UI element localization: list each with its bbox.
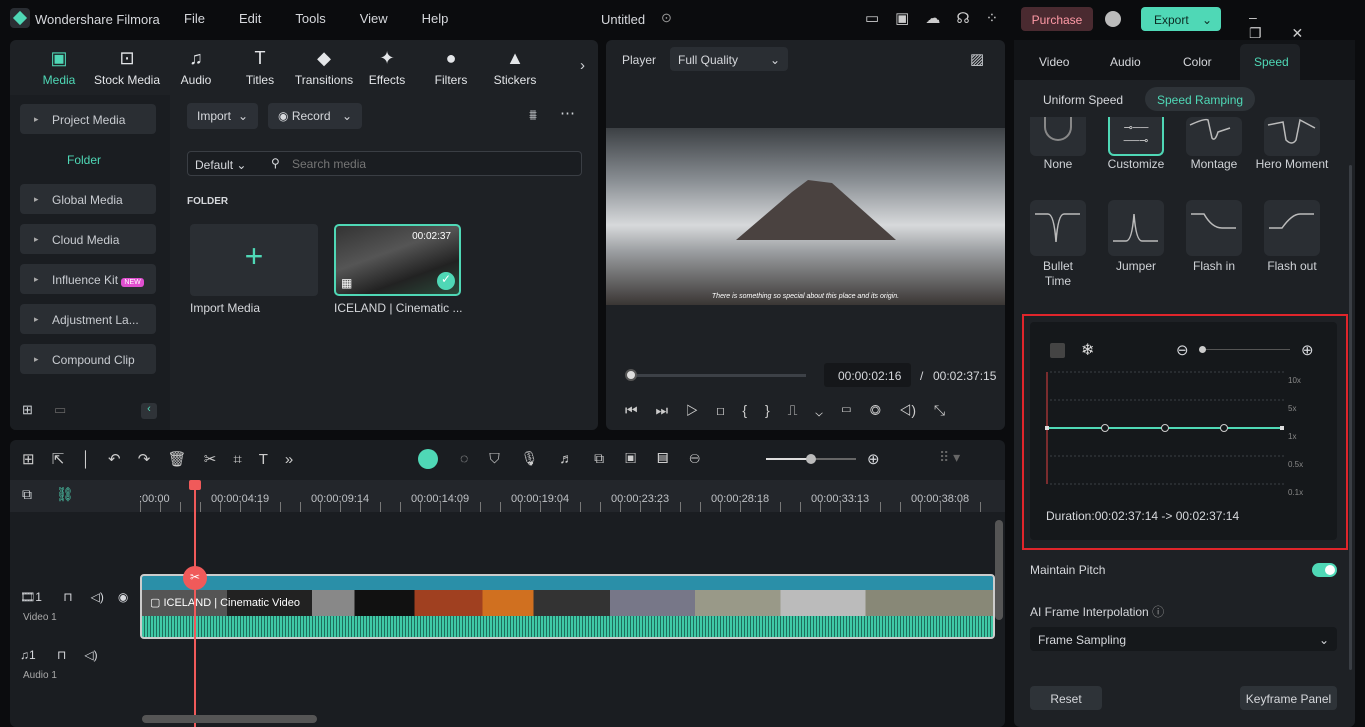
speed-label: 5x — [1288, 404, 1297, 413]
add-track-icon[interactable]: ⧉ — [22, 486, 32, 503]
speed-keyframe — [1161, 424, 1169, 432]
speed-keyframe — [1220, 424, 1228, 432]
video-track-header: 🎞1 ⊓ ◁) ◉ — [20, 590, 128, 604]
timeline-toolbar[interactable]: ⊞ ⇱ │ ↶ ↷ 🗑 ✂ ⌗ T » — [22, 450, 293, 468]
volume-icon[interactable]: ◁) — [84, 648, 97, 662]
frame-mode-dropdown[interactable]: Frame Sampling ⌄ — [1030, 627, 1337, 651]
lock-icon[interactable]: ⊓ — [57, 648, 66, 662]
speed-label: 0.5x — [1288, 460, 1304, 469]
label: Frame Sampling — [1038, 633, 1127, 647]
zoom-out-icon[interactable]: ⊖ — [1176, 341, 1189, 359]
media-clip-name: ICELAND | Cinematic ... — [334, 301, 463, 315]
bullet-time-curve-icon — [1035, 213, 1080, 243]
video-track-label: Video 1 — [23, 612, 57, 623]
link-icon[interactable]: ⛓ — [56, 486, 74, 503]
audio-track-label: Audio 1 — [23, 670, 57, 681]
jumper-curve-icon — [1113, 213, 1158, 242]
player-controls[interactable]: ⏮ ⏭ ▷ ◻ { } ⎍ ⌄ ▭ ◎ ◁) ⤡ — [625, 402, 945, 419]
audio-track-icon: ♫ — [20, 648, 29, 662]
graph-zoom-slider[interactable] — [1200, 349, 1290, 350]
sidebar-compound-clip[interactable]: Compound Clip — [20, 344, 156, 374]
preset-label: Jumper — [1115, 259, 1156, 273]
label: AI Frame Interpolation — [1030, 605, 1149, 619]
freeze-frame-icon[interactable]: ❄ — [1081, 340, 1094, 360]
preset-curves — [1035, 118, 1316, 243]
volume-icon[interactable]: ◁) — [91, 590, 104, 604]
chevron-down-icon: ⌄ — [1318, 633, 1329, 647]
speed-keyframe — [1101, 424, 1109, 432]
preset-label: Flash in — [1192, 259, 1236, 273]
import-media-label: Import Media — [190, 301, 261, 315]
video-track-icon: 🎞 — [20, 590, 36, 604]
collapse-sidebar-button[interactable]: ‹ — [141, 403, 157, 419]
help-icon[interactable]: ⓘ — [1152, 605, 1164, 619]
preset-label: Flash out — [1267, 259, 1317, 273]
label: Adjustment La... — [52, 313, 139, 327]
playback-scrubber[interactable] — [626, 374, 806, 377]
keyframe-panel-button[interactable]: Keyframe Panel — [1240, 686, 1337, 710]
ai-assistant-icon[interactable] — [418, 449, 438, 469]
maintain-pitch-toggle[interactable] — [1312, 563, 1337, 577]
audio-track-header: ♫1 ⊓ ◁) — [20, 648, 98, 662]
layout-grid-icon[interactable]: ⠿ ▾ — [939, 449, 960, 466]
duration-text: Duration:00:02:37:14 -> 00:02:37:14 — [1046, 509, 1240, 523]
properties-scrollbar[interactable] — [1349, 165, 1352, 670]
preset-label: Bullet Time — [1042, 259, 1074, 288]
timeline-tools[interactable]: ◌ ⛉ 🎙 ♬ ⧉ ▣ ▤ ⊖ — [460, 450, 700, 467]
speed-label: 1x — [1288, 432, 1297, 441]
flash-in-curve-icon — [1191, 213, 1236, 229]
playhead[interactable] — [194, 482, 196, 727]
checkbox[interactable] — [1050, 343, 1065, 358]
maintain-pitch-label: Maintain Pitch — [1030, 563, 1106, 577]
split-scissors-icon[interactable]: ✂ — [183, 566, 207, 590]
flash-out-curve-icon — [1269, 213, 1314, 229]
folder-icon[interactable]: ▭ — [54, 402, 66, 418]
time-separator: / — [920, 369, 924, 383]
hero-moment-curve-icon — [1267, 118, 1316, 144]
lock-icon[interactable]: ⊓ — [63, 590, 72, 604]
playhead-handle[interactable] — [189, 480, 201, 490]
zoom-in-icon[interactable]: ⊕ — [1301, 341, 1314, 359]
track-num: 1 — [35, 590, 42, 604]
timeline-vertical-scrollbar[interactable] — [995, 520, 1003, 620]
label: Compound Clip — [52, 353, 135, 367]
ruler-ticks — [140, 502, 1000, 512]
ai-frame-label: AI Frame Interpolation ⓘ — [1030, 603, 1164, 620]
timeline-zoom-slider[interactable] — [766, 454, 856, 464]
graph-zoom-handle[interactable] — [1199, 346, 1206, 353]
timeline-horizontal-scrollbar[interactable] — [142, 715, 317, 723]
eye-icon[interactable]: ◉ — [118, 590, 128, 604]
track-num: 1 — [29, 648, 36, 662]
speed-label: 10x — [1288, 376, 1301, 385]
scrubber-handle[interactable] — [625, 369, 637, 381]
speed-axis: 10x 5x 1x 0.5x 0.1x — [1288, 367, 1303, 507]
montage-curve-icon — [1189, 118, 1231, 140]
current-time[interactable]: 00:00:02:16 — [824, 363, 911, 387]
reset-button[interactable]: Reset — [1030, 686, 1102, 710]
video-clip[interactable]: ▢ ICELAND | Cinematic Video — [140, 574, 995, 639]
sidebar-adjustment-layer[interactable]: Adjustment La... — [20, 304, 156, 334]
speed-label: 0.1x — [1288, 488, 1304, 497]
new-folder-icon[interactable]: ⊞ — [22, 402, 33, 418]
zoom-in-icon[interactable]: ⊕ — [867, 450, 880, 468]
clip-title-text: ICELAND | Cinematic Video — [163, 597, 300, 609]
total-time: 00:02:37:15 — [933, 369, 997, 383]
clip-title: ▢ ICELAND | Cinematic Video — [150, 597, 300, 609]
